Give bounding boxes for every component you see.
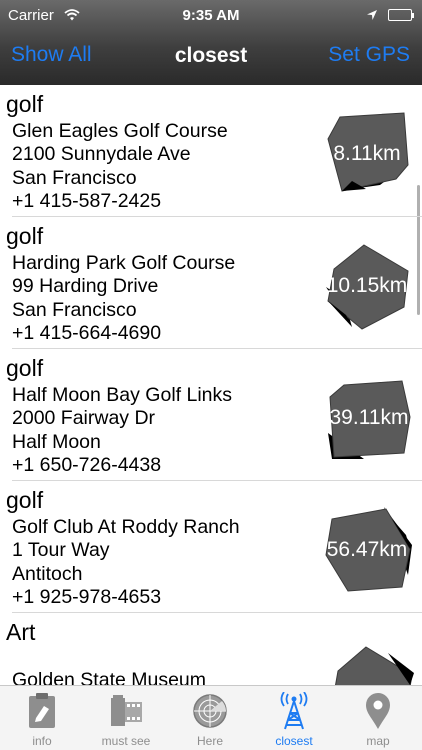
place-category: Art (6, 619, 36, 645)
tab-closest[interactable]: closest (252, 686, 336, 750)
film-roll-icon (108, 692, 144, 730)
place-name: Half Moon Bay Golf Links (12, 384, 233, 406)
place-phone[interactable]: +1 415-664-4690 (12, 322, 161, 345)
place-address: 99 Harding Drive (12, 275, 159, 297)
places-list[interactable]: golf Glen Eagles Golf Course 2100 Sunnyd… (0, 85, 422, 685)
place-city: San Francisco (12, 299, 137, 321)
place-address: 2000 Fairway Dr (12, 407, 156, 429)
place-address: 1 Tour Way (12, 539, 110, 561)
place-name: Golden State Museum (12, 669, 207, 685)
list-item[interactable]: golf Half Moon Bay Golf Links 2000 Fairw… (0, 349, 422, 481)
place-city: San Francisco (12, 167, 137, 189)
list-item[interactable]: golf Harding Park Golf Course 99 Harding… (0, 217, 422, 349)
list-item[interactable]: Art Golden State Museum (0, 613, 422, 685)
tab-label: must see (101, 734, 151, 748)
distance-label: 10.15km (326, 274, 408, 297)
place-category: golf (6, 355, 44, 381)
tab-here[interactable]: Here (168, 686, 252, 750)
distance-badge: 8.11km (322, 109, 412, 199)
radar-icon (192, 692, 228, 730)
place-category: golf (6, 487, 44, 513)
place-city: Antitoch (12, 563, 83, 585)
list-item[interactable]: golf Golf Club At Roddy Ranch 1 Tour Way… (0, 481, 422, 613)
place-name: Harding Park Golf Course (12, 252, 236, 274)
place-phone[interactable]: +1 415-587-2425 (12, 190, 161, 213)
tab-label: closest (275, 734, 313, 748)
tab-info[interactable]: info (0, 686, 84, 750)
battery-icon (388, 9, 414, 21)
list-item[interactable]: golf Glen Eagles Golf Course 2100 Sunnyd… (0, 85, 422, 217)
distance-label: 8.11km (333, 142, 401, 165)
status-bar: Carrier 9:35 AM (0, 0, 422, 30)
distance-badge: 56.47km (322, 505, 412, 595)
distance-badge: 39.11km (324, 373, 414, 463)
set-gps-button[interactable]: Set GPS (328, 43, 410, 67)
navigation-bar: Show All closest Set GPS (0, 30, 422, 85)
tab-label: map (366, 734, 390, 748)
tab-must-see[interactable]: must see (84, 686, 168, 750)
map-pin-icon (360, 692, 396, 730)
place-name: Golf Club At Roddy Ranch (12, 516, 240, 538)
place-category: golf (6, 223, 44, 249)
antenna-tower-icon (276, 691, 312, 730)
distance-badge (326, 645, 416, 685)
place-category: golf (6, 91, 44, 117)
distance-badge: 10.15km (322, 241, 412, 331)
place-phone[interactable]: +1 650-726-4438 (12, 454, 161, 477)
distance-label: 39.11km (329, 406, 409, 429)
tab-bar: info must see Here closest map (0, 685, 422, 750)
place-name: Glen Eagles Golf Course (12, 120, 228, 142)
place-phone[interactable]: +1 925-978-4653 (12, 586, 161, 609)
status-time: 9:35 AM (182, 7, 240, 24)
tab-map[interactable]: map (336, 686, 420, 750)
location-arrow-icon (366, 8, 378, 25)
place-city: Half Moon (12, 431, 101, 453)
distance-label: 56.47km (326, 538, 408, 561)
tab-label: info (32, 734, 52, 748)
tab-label: Here (196, 734, 223, 748)
place-address: 2100 Sunnydale Ave (12, 143, 191, 165)
clipboard-icon (24, 692, 60, 730)
header: Carrier 9:35 AM Show All closest Set GPS (0, 0, 422, 85)
